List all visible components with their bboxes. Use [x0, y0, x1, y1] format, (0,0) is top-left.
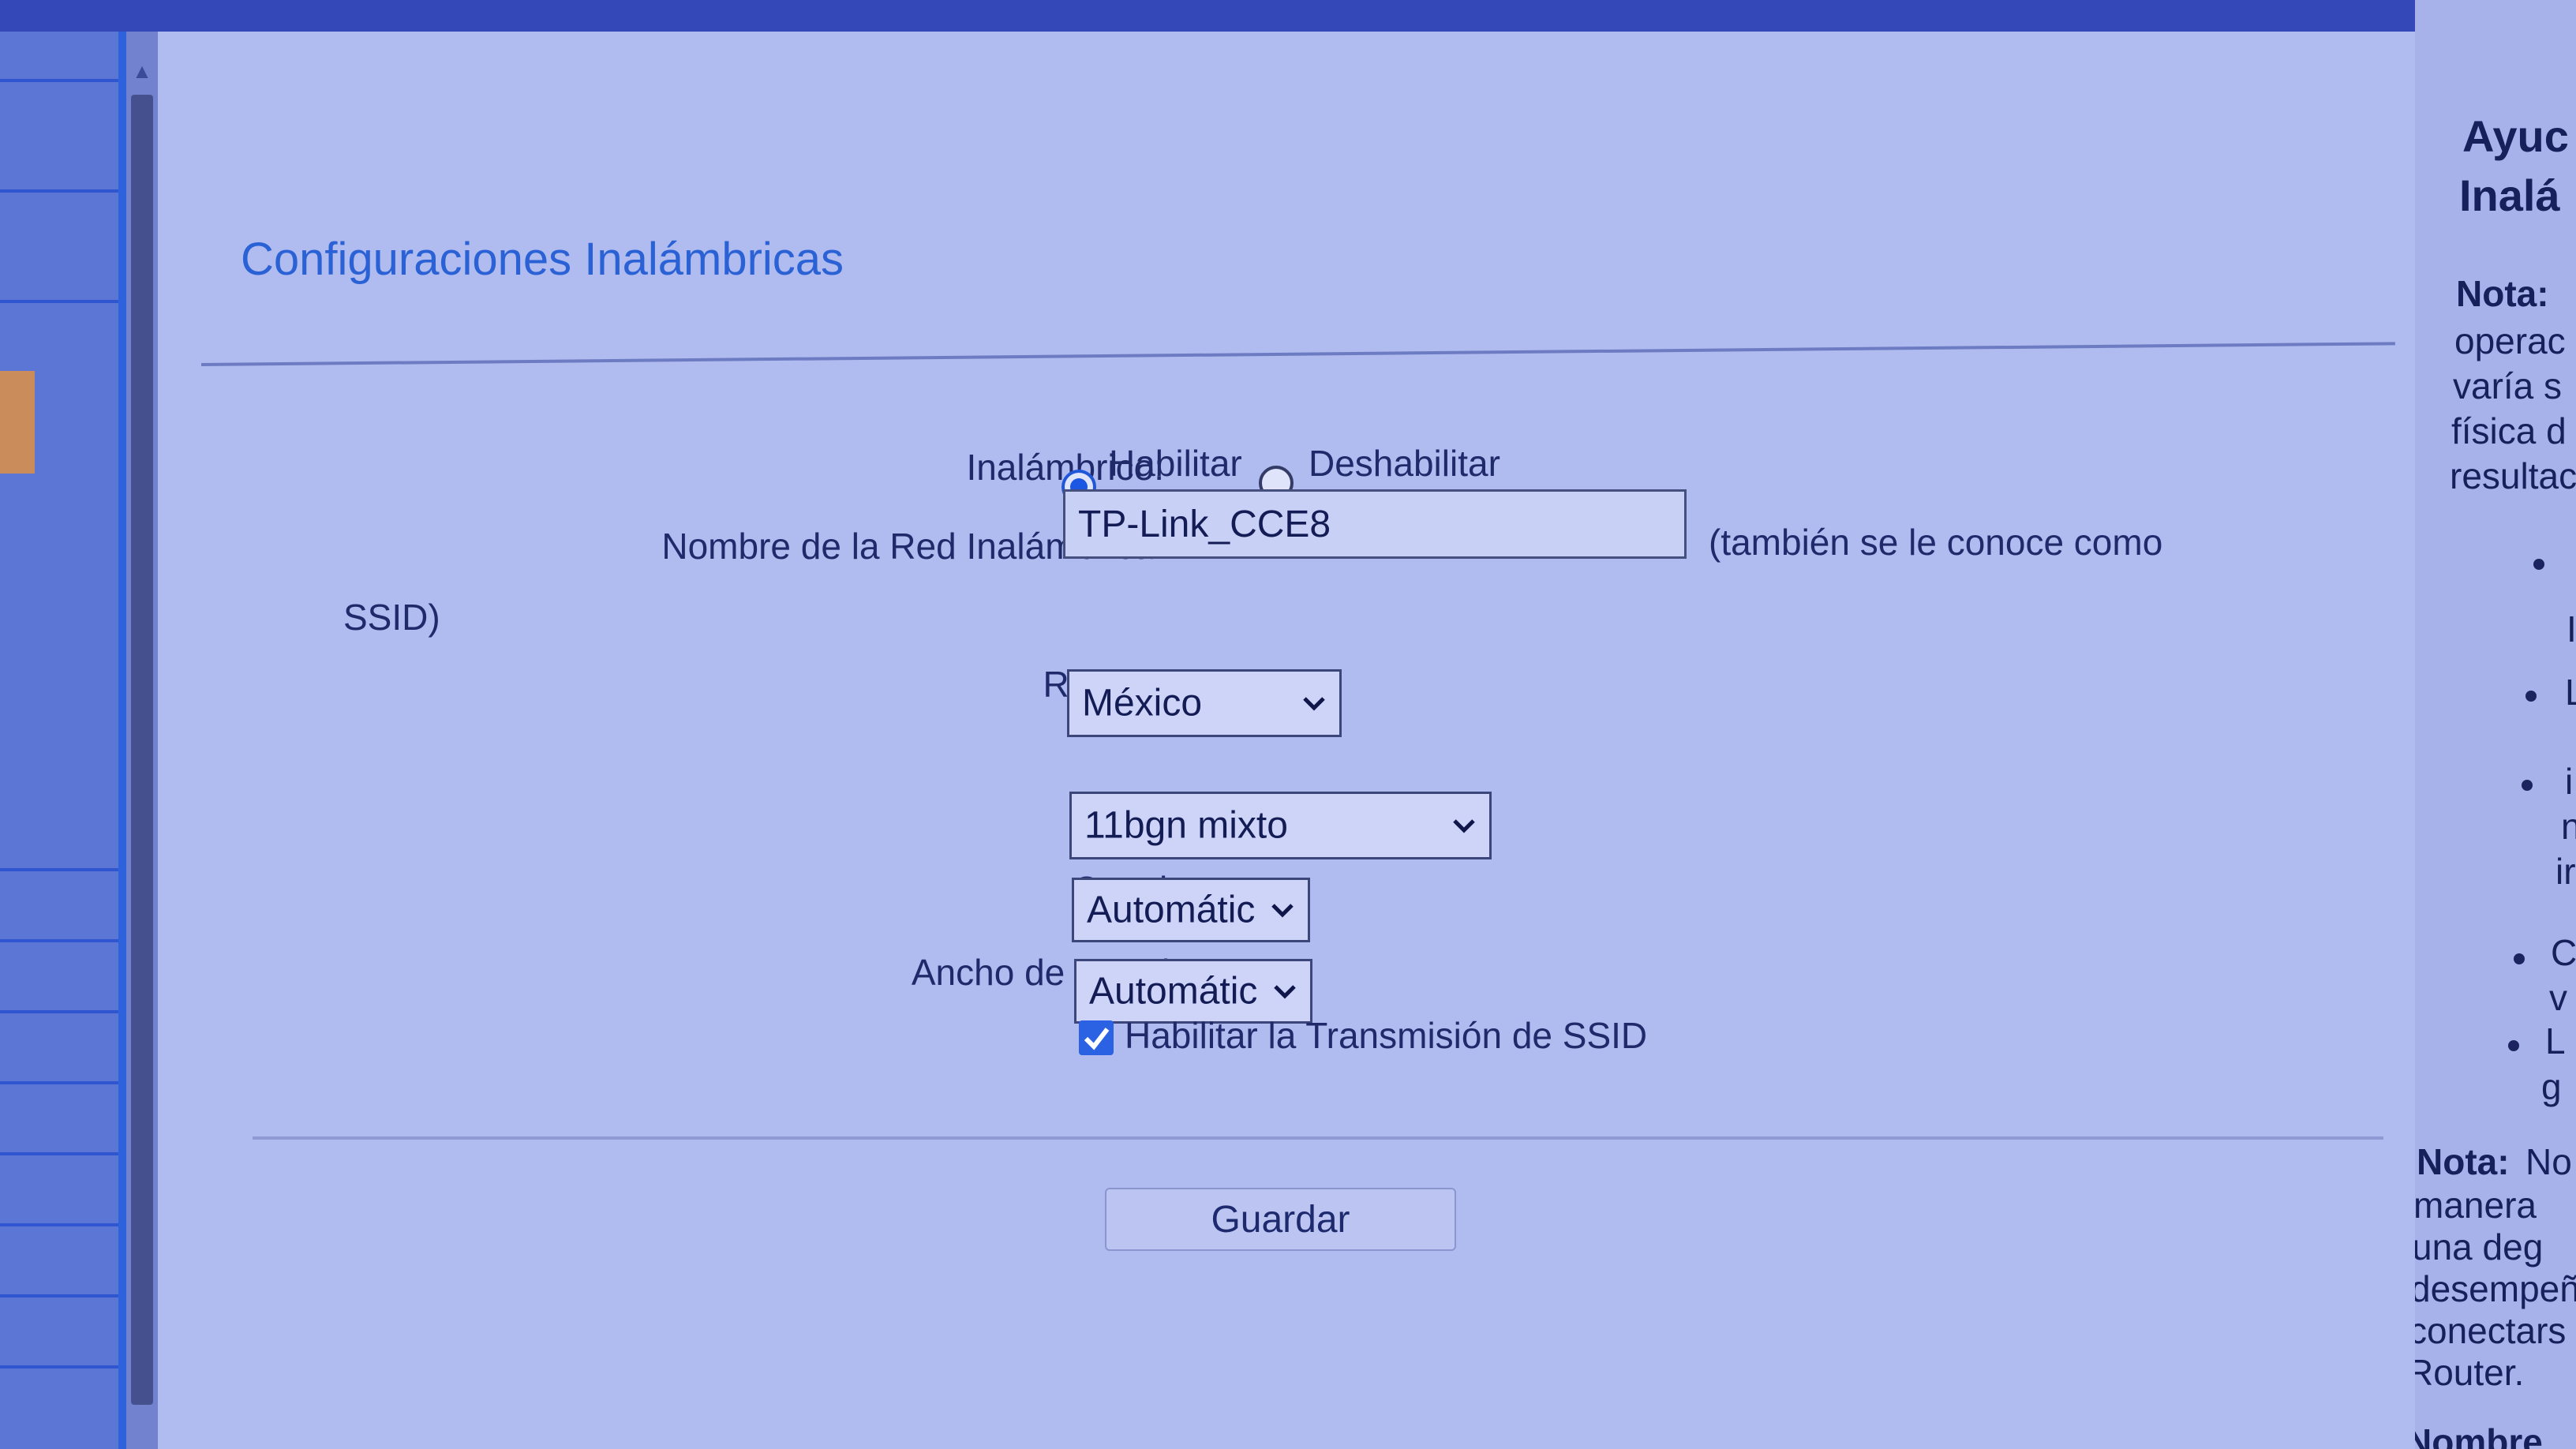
chevron-down-icon — [1274, 985, 1296, 999]
channel-width-value: Automátic — [1089, 970, 1258, 1013]
bullet — [2522, 780, 2533, 791]
ssid-broadcast-label[interactable]: Habilitar la Transmisión de SSID — [1125, 1014, 1647, 1057]
nav-item-active[interactable] — [0, 371, 35, 474]
channel-select[interactable]: Automátic — [1072, 878, 1310, 942]
help-bottom-heading: Nombre — [2415, 1421, 2543, 1449]
ssid-broadcast-checkbox[interactable] — [1079, 1020, 1114, 1055]
mode-value: 11bgn mixto — [1084, 804, 1288, 847]
nav-panel — [0, 32, 118, 1449]
help-note-line: operac — [2454, 320, 2566, 361]
help-panel: Ayuc Inalá Nota: operac varía s física d… — [2415, 0, 2576, 1449]
help-bullet-text: L — [2545, 1020, 2566, 1061]
nav-divider — [0, 1081, 118, 1084]
nav-divider — [0, 1223, 118, 1226]
nav-divider — [0, 189, 118, 193]
radio-enable-label[interactable]: Habilitar — [1109, 442, 1242, 485]
help-note2-line: manera — [2415, 1185, 2537, 1226]
help-note2-line: Router. — [2415, 1352, 2525, 1393]
help-note2-line: desempeñ — [2415, 1268, 2576, 1309]
help-bullet-text: g — [2541, 1066, 2562, 1107]
nav-divider — [0, 1010, 118, 1013]
help-bullet-text: I — [2567, 608, 2576, 650]
browser-top-bar — [0, 0, 2576, 32]
help-bullet-text: L — [2565, 672, 2576, 713]
help-note2-line: una deg — [2415, 1226, 2544, 1267]
bullet — [2508, 1040, 2519, 1051]
ssid-field[interactable] — [1063, 489, 1687, 559]
page-title: Configuraciones Inalámbricas — [241, 234, 844, 285]
help-note-line: física d — [2451, 410, 2567, 451]
help-note2-first: No — [2525, 1141, 2572, 1182]
help-title-cont: Inalá — [2459, 170, 2560, 220]
nav-divider — [0, 939, 118, 942]
mode-select[interactable]: 11bgn mixto — [1069, 792, 1492, 859]
region-value: México — [1082, 682, 1203, 724]
save-button[interactable]: Guardar — [1105, 1188, 1456, 1251]
help-note-line: resultac — [2450, 455, 2576, 496]
region-select[interactable]: México — [1067, 669, 1342, 737]
nav-divider — [0, 79, 118, 82]
nav-divider — [0, 1152, 118, 1155]
bullet — [2525, 691, 2537, 702]
ssid-note-cont: SSID) — [343, 597, 440, 638]
help-bullet-text: C — [2551, 932, 2576, 973]
help-note-line: varía s — [2453, 365, 2563, 406]
form-divider — [253, 1136, 2383, 1140]
help-note-label: Nota: — [2456, 273, 2549, 314]
nav-edge — [118, 32, 126, 1449]
scrollbar-thumb[interactable] — [131, 95, 153, 1405]
help-bullet-text: i — [2565, 761, 2574, 802]
help-note2-line: conectars — [2415, 1310, 2567, 1351]
chevron-down-icon — [1271, 904, 1294, 918]
bullet — [2514, 953, 2525, 964]
ssid-note: (también se le conoce como — [1709, 522, 2163, 563]
chevron-down-icon — [1303, 697, 1325, 711]
title-divider — [200, 342, 2395, 366]
channel-value: Automátic — [1087, 889, 1256, 931]
check-icon — [1084, 1028, 1110, 1050]
nav-divider — [0, 1294, 118, 1297]
ssid-input[interactable] — [1065, 492, 1684, 556]
help-bullet-text: n — [2561, 806, 2576, 847]
scroll-up-arrow-icon[interactable]: ▲ — [131, 55, 153, 87]
chevron-down-icon — [1453, 819, 1475, 833]
nav-divider — [0, 1365, 118, 1368]
radio-disable-label[interactable]: Deshabilitar — [1309, 442, 1500, 485]
help-title: Ayuc — [2462, 111, 2569, 161]
nav-divider — [0, 300, 118, 303]
ssid-label: Nombre de la Red Inalámbrica: — [661, 526, 1164, 567]
help-bullet-text: ir — [2555, 851, 2576, 892]
bullet — [2533, 559, 2544, 570]
nav-divider — [0, 868, 118, 871]
help-note2-label: Nota: — [2417, 1141, 2510, 1182]
main-content: Configuraciones Inalámbricas Inalámbrico… — [158, 32, 2415, 1449]
help-bullet-text: v — [2549, 977, 2567, 1018]
